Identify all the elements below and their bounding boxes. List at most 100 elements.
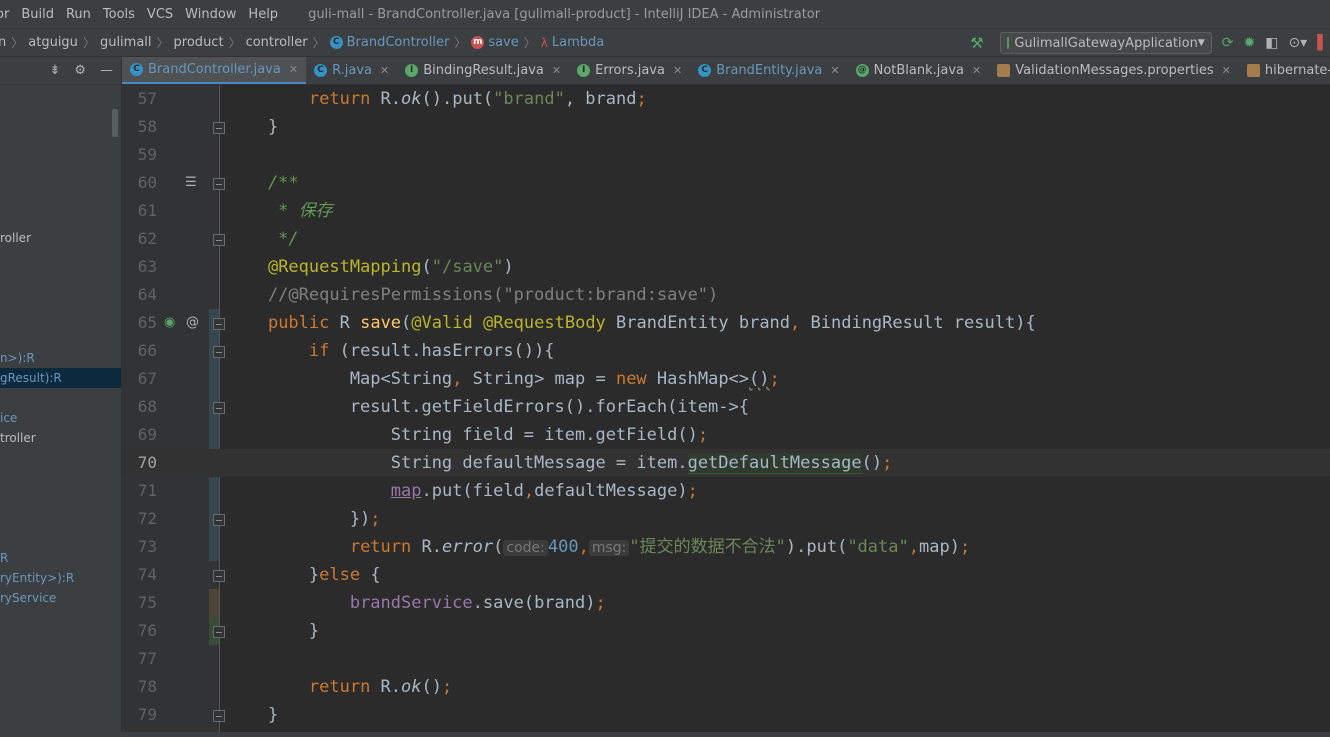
code-editor[interactable]: 57 return R.ok().put("brand", brand; 58 … (122, 85, 1330, 737)
tab-label: R.java (332, 63, 373, 78)
menu-item-run[interactable]: Run (60, 7, 97, 22)
code-text[interactable]: public R save(@Valid @RequestBody BrandE… (227, 309, 1036, 337)
tree-item-selected[interactable]: gResult):R (0, 368, 121, 388)
code-text[interactable]: } (227, 113, 278, 141)
code-text[interactable]: return R.ok().put("brand", brand; (227, 85, 647, 113)
tree-item[interactable]: R (0, 548, 121, 568)
annotation-icon[interactable]: @ (186, 309, 199, 337)
code-line: 57 return R.ok().put("brand", brand; (122, 85, 1330, 113)
hammer-icon[interactable]: ⚒ (970, 34, 983, 52)
close-icon[interactable]: ✕ (1222, 64, 1231, 77)
close-icon[interactable]: ✕ (830, 64, 839, 77)
code-text[interactable]: */ (227, 225, 298, 253)
menu-item-window[interactable]: Window (179, 7, 242, 22)
close-icon[interactable]: ✕ (552, 64, 561, 77)
run-configuration-select[interactable]: GulimallGatewayApplication ▼ (999, 32, 1212, 54)
breadcrumb-item-gulimall[interactable]: gulimall (100, 35, 152, 50)
menu-item-tools[interactable]: Tools (97, 7, 141, 22)
menu-item-navigate[interactable]: or (0, 7, 15, 22)
fold-icon[interactable] (213, 122, 225, 134)
close-icon[interactable]: ✕ (972, 64, 981, 77)
tab-errors[interactable]: I Errors.java ✕ (569, 57, 690, 84)
code-text[interactable]: String field = item.getField(); (227, 421, 708, 449)
code-text[interactable]: * 保存 (227, 197, 332, 225)
line-number: 64 (137, 285, 157, 304)
code-text[interactable]: @RequestMapping("/save") (227, 253, 514, 281)
tree-item[interactable]: troller (0, 428, 121, 448)
close-icon[interactable]: ✕ (380, 64, 389, 77)
code-line: 71 map.put(field,defaultMessage); (122, 477, 1330, 505)
coverage-icon[interactable]: ◧ (1265, 35, 1278, 51)
code-text[interactable]: return R.ok(); (227, 673, 452, 701)
breadcrumb-item-controller[interactable]: controller (246, 35, 308, 50)
code-text[interactable]: brandService.save(brand); (227, 589, 606, 617)
tab-validationmessages[interactable]: ValidationMessages.properties ✕ (989, 57, 1239, 84)
fold-icon[interactable] (213, 346, 225, 358)
tree-item[interactable]: ryService (0, 588, 121, 608)
minimize-icon[interactable]: — (100, 63, 113, 78)
tab-hibernate-validator[interactable]: hibernate-validator-6.0.18.F (1239, 57, 1330, 84)
class-icon: C (130, 62, 143, 76)
menu-item-build[interactable]: Build (15, 7, 60, 22)
fold-icon[interactable] (213, 514, 225, 526)
navigation-bar: n 〉 atguigu 〉 gulimall 〉 product 〉 controlle… (0, 28, 1330, 57)
breadcrumb-item-lambda[interactable]: Lambda (552, 35, 604, 50)
spring-app-icon (1006, 37, 1010, 49)
code-text[interactable]: } (227, 701, 278, 729)
close-icon[interactable]: ✕ (289, 63, 298, 76)
fold-icon[interactable] (213, 402, 225, 414)
debug-icon[interactable]: ✹ (1243, 35, 1255, 51)
code-text[interactable]: Map<String, String> map = new HashMap<>(… (227, 365, 780, 393)
breadcrumb-item-atguigu[interactable]: atguigu (28, 35, 78, 50)
breadcrumb-item-method[interactable]: save (488, 35, 518, 50)
collapse-all-icon[interactable]: ⇟ (49, 63, 60, 78)
doc-render-icon[interactable]: ☰ (185, 169, 197, 197)
code-text[interactable]: result.getFieldErrors().forEach(item->{ (227, 393, 749, 421)
fold-icon[interactable] (213, 710, 225, 722)
menu-item-vcs[interactable]: VCS (141, 7, 179, 22)
fold-icon[interactable] (213, 318, 225, 330)
gear-icon[interactable]: ⚙ (74, 63, 86, 78)
code-text[interactable]: }else { (227, 561, 381, 589)
code-text[interactable]: }); (227, 505, 381, 533)
profile-icon[interactable]: ⊙▾ (1288, 35, 1307, 51)
code-text[interactable]: map.put(field,defaultMessage); (227, 477, 698, 505)
code-text[interactable]: return R.error(code: 400, msg: "提交的数据不合法").… (227, 533, 970, 562)
line-number: 60 (137, 173, 157, 192)
code-text[interactable]: } (227, 617, 319, 645)
line-number: 74 (137, 565, 157, 584)
stop-icon[interactable]: ▌ (1317, 35, 1328, 51)
fold-icon[interactable] (213, 570, 225, 582)
rerun-icon[interactable]: ⟳ (1222, 35, 1234, 51)
line-number: 61 (137, 201, 157, 220)
breadcrumb-item-product[interactable]: product (174, 35, 224, 50)
line-number: 75 (137, 593, 157, 612)
tab-r[interactable]: C R.java ✕ (306, 57, 397, 84)
tree-item[interactable]: n>):R (0, 348, 121, 368)
tab-brandentity[interactable]: C BrandEntity.java ✕ (690, 57, 847, 84)
spring-mapping-icon[interactable]: ◉ (164, 309, 175, 337)
tree-item[interactable]: ice (0, 408, 121, 428)
close-icon[interactable]: ✕ (673, 64, 682, 77)
fold-icon[interactable] (213, 626, 225, 638)
tab-notblank[interactable]: @ NotBlank.java ✕ (848, 57, 990, 84)
tree-item[interactable]: ryEntity>):R (0, 568, 121, 588)
code-text[interactable]: /** (227, 169, 299, 197)
tab-bindingresult[interactable]: I BindingResult.java ✕ (397, 57, 569, 84)
tree-item[interactable]: roller (0, 228, 121, 248)
code-text[interactable]: if (result.hasErrors()){ (227, 337, 555, 365)
code-line: 75 brandService.save(brand); (122, 589, 1330, 617)
fold-icon[interactable] (213, 178, 225, 190)
line-number: 63 (137, 257, 157, 276)
lambda-icon: λ (540, 35, 548, 50)
breadcrumb-item-root[interactable]: n (0, 35, 6, 50)
code-line: 68 result.getFieldErrors().forEach(item-… (122, 393, 1330, 421)
code-text[interactable]: //@RequiresPermissions("product:brand:sa… (227, 281, 718, 309)
sidebar-scrollbar[interactable] (112, 109, 118, 137)
tab-brandcontroller[interactable]: C BrandController.java ✕ (122, 57, 307, 84)
menu-item-help[interactable]: Help (242, 7, 284, 22)
code-text[interactable]: String defaultMessage = item.getDefaultM… (227, 449, 892, 477)
breadcrumb-item-class[interactable]: BrandController (347, 35, 450, 50)
code-line: 62 */ (122, 225, 1330, 253)
fold-icon[interactable] (213, 234, 225, 246)
